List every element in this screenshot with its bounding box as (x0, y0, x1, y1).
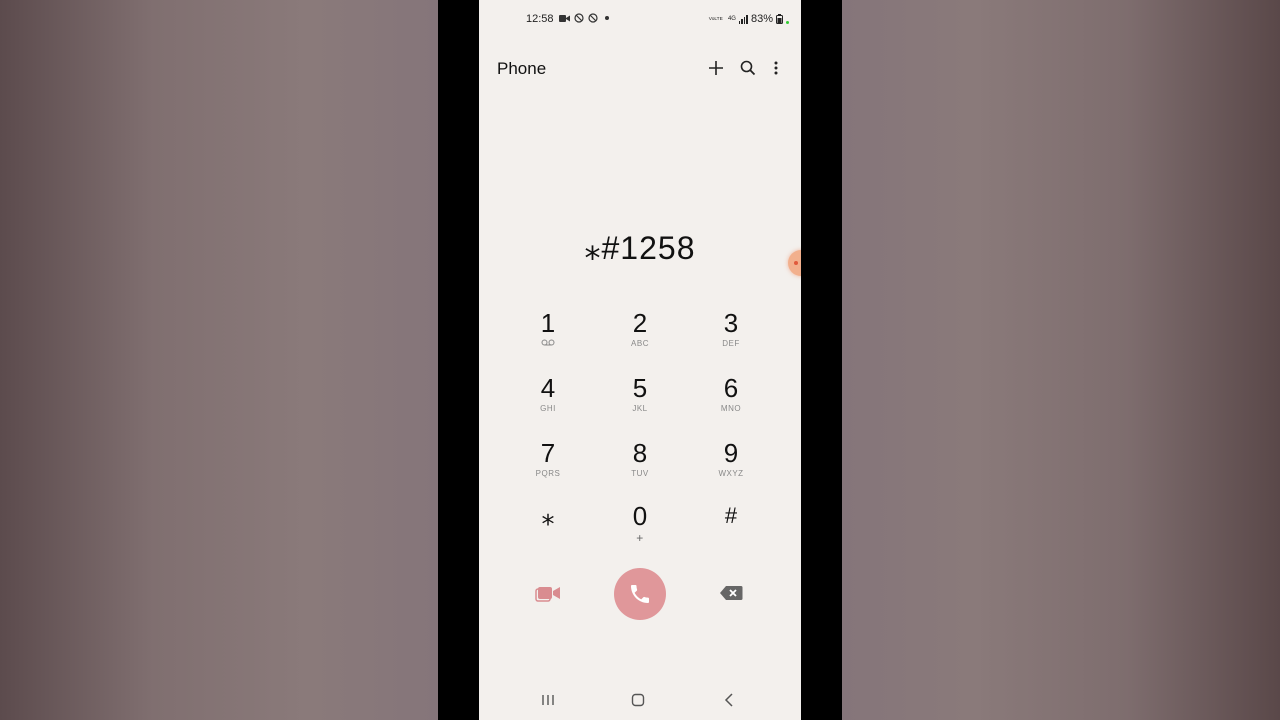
key-1[interactable]: 1 (508, 308, 588, 364)
key-digit: 1 (540, 308, 556, 338)
key-8[interactable]: 8 TUV (600, 438, 680, 494)
home-icon (631, 693, 645, 707)
page-title: Phone (497, 59, 547, 78)
key-digit: 8 (632, 438, 648, 468)
add-icon (709, 61, 723, 75)
key-letters: PQRS (535, 469, 561, 478)
more-options-button[interactable] (764, 56, 788, 80)
search-icon (740, 60, 756, 76)
key-2[interactable]: 2 ABC (600, 308, 680, 364)
nfc-icon (574, 13, 584, 23)
key-letters: JKL (632, 404, 648, 413)
battery-icon (776, 14, 783, 24)
key-digit: 0 (632, 501, 648, 531)
key-0[interactable]: 0 + (600, 501, 680, 557)
key-digit: # (724, 503, 738, 528)
key-letters: WXYZ (718, 469, 744, 478)
recent-apps-icon (542, 695, 554, 705)
key-letters: TUV (631, 469, 649, 478)
recent-apps-button[interactable] (536, 690, 560, 710)
signal-icon (738, 14, 748, 24)
video-record-icon (559, 14, 570, 22)
phone-screen: 12:58 VoLTE 4G 83% Phone ⁎#1258 1 2 ABC … (479, 0, 801, 720)
key-7[interactable]: 7 PQRS (508, 438, 588, 494)
add-contact-button[interactable] (704, 56, 728, 80)
key-digit: 5 (632, 373, 648, 403)
back-button[interactable] (717, 690, 741, 710)
key-letters: + (636, 531, 644, 545)
key-star[interactable]: ⁎ (508, 501, 588, 557)
volte-label: VoLTE (709, 16, 724, 22)
battery-percent: 83% (750, 13, 773, 25)
call-button[interactable] (614, 568, 666, 620)
backdrop-right (842, 0, 1280, 720)
backspace-button[interactable] (719, 585, 743, 603)
phone-icon (631, 585, 649, 603)
search-button[interactable] (736, 56, 760, 80)
key-digit: 6 (723, 373, 739, 403)
letterbox-left (438, 0, 479, 720)
dialed-number-display[interactable]: ⁎#1258 (479, 229, 801, 267)
key-9[interactable]: 9 WXYZ (691, 438, 771, 494)
key-4[interactable]: 4 GHI (508, 373, 588, 429)
backdrop-left (0, 0, 438, 720)
key-3[interactable]: 3 DEF (691, 308, 771, 364)
key-letters: DEF (722, 339, 740, 348)
dot-icon (605, 16, 610, 21)
key-6[interactable]: 6 MNO (691, 373, 771, 429)
voicemail-icon (541, 339, 555, 346)
backspace-icon (720, 586, 743, 600)
home-button[interactable] (626, 690, 650, 710)
key-digit: 3 (723, 308, 739, 338)
nfc-icon (587, 13, 598, 23)
edge-panel-handle[interactable] (788, 250, 801, 276)
video-call-button[interactable] (535, 583, 563, 605)
status-time: 12:58 (526, 13, 554, 25)
more-options-icon (774, 61, 778, 75)
key-digit: 9 (723, 438, 739, 468)
privacy-indicator-dot (786, 20, 789, 24)
key-5[interactable]: 5 JKL (600, 373, 680, 429)
key-hash[interactable]: # (691, 501, 771, 557)
key-letters: ABC (631, 339, 649, 348)
back-icon (724, 693, 733, 707)
key-digit: 4 (540, 373, 556, 403)
letterbox-right (801, 0, 842, 720)
key-digit: 7 (540, 438, 556, 468)
key-letters: GHI (540, 404, 556, 413)
key-digit: ⁎ (541, 501, 555, 531)
network-4g-label: 4G (727, 16, 736, 22)
video-call-icon (535, 587, 560, 602)
status-right-group: VoLTE 4G 83% (707, 13, 789, 25)
key-digit: 2 (632, 308, 648, 338)
key-letters: MNO (720, 404, 742, 413)
status-notification-icons (559, 13, 610, 24)
